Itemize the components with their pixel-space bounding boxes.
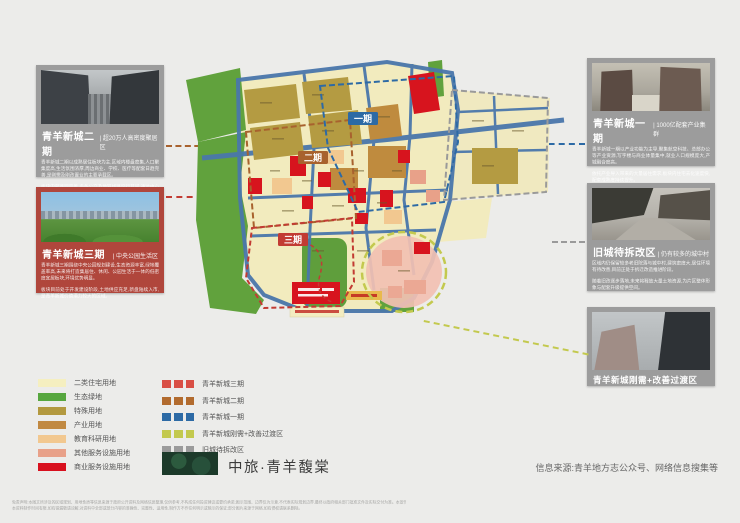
legend-label: 青羊新城三期 [202,379,244,389]
card-phase2: 青羊新城二期 | 超20万人高密度聚居区 青羊新城二期以成熟居住板块为主,区域内… [36,65,164,177]
phase3-paragraph: 板块目前处于开发建设阶段,土地供应充足,新盘陆续入市,是青羊新城价值潜力较大的区… [41,287,159,300]
card-oldtown: 旧城待拆改区 | 仍有较多的城中村 区域内仍保留较多老旧院落与城中村,建筑密度大… [587,183,715,291]
phase3-description: 青羊新城三期围绕中央公园规划建设,生态资源丰富,绿地覆盖率高,未来将打造集居住、… [41,263,159,300]
card-phase1: 青羊新城一期 | 1000亿配套产业集群 青羊新城一期以产业功能为主导,聚集航空… [587,58,715,166]
legend-dash-swatch [162,397,194,405]
legend-label: 特殊用地 [74,406,102,416]
legend-item: 特殊用地 [38,404,130,418]
legend-item: 生态绿地 [38,390,130,404]
oldtown-title: 旧城待拆改区 [593,244,656,259]
legend-item: 产业用地 [38,418,130,432]
legend-color-swatch [38,393,66,401]
disclaimer-line: 本资料制作时间有限,如有错漏敬请谅解;对资料中全部或部分内容的准确性、完整性、适… [12,506,406,512]
legend-label: 青羊新城一期 [202,412,244,422]
legend-label: 二类住宅用地 [74,378,116,388]
map-label-phase2: 二期 [304,152,322,163]
legend-dash-swatch [162,380,194,388]
legend-label: 青羊新城二期 [202,396,244,406]
legend-item: 青羊新城刚需+改善过渡区 [162,426,283,443]
legend-item: 青羊新城三期 [162,376,283,393]
phase3-title: 青羊新城三期 [42,246,105,261]
oldtown-subtitle: | 仍有较多的城中村 [658,249,709,258]
phase3-photo [41,192,159,242]
legend-label: 其他服务设施用地 [74,448,130,458]
brand-name: 中旅·青羊馥棠 [228,456,330,477]
legend-item: 教育科研用地 [38,432,130,446]
phase2-subtitle: | 超20万人高密度聚居区 [100,133,158,151]
legend-color-swatch [38,407,66,415]
phase1-description: 青羊新城一期以产业功能为主导,聚集航空科技、总部办公等产业资源,写字楼与商业体量… [592,147,710,184]
oldtown-description: 区域内仍保留较多老旧院落与城中村,建筑密度大,居住环境有待改善,目前正处于拆迁改… [592,261,710,292]
legend-label: 青羊新城刚需+改善过渡区 [202,429,283,439]
landuse-map: 一期 二期 三期 [152,50,567,328]
card-phase3: 青羊新城三期 | 中央公园生活区 青羊新城三期围绕中央公园规划建设,生态资源丰富… [36,187,164,293]
transition-photo [592,312,710,370]
phase1-photo [592,63,710,111]
landuse-map-svg: 一期 二期 三期 [152,50,567,328]
legend-dash-swatch [162,413,194,421]
legend-item: 商业服务设施用地 [38,460,130,474]
card-transition: 青羊新城刚需+改善过渡区 [587,307,715,386]
brand-logo [162,452,218,475]
legend-item: 青羊新城二期 [162,393,283,410]
legend-item: 其他服务设施用地 [38,446,130,460]
oldtown-photo [592,188,710,240]
phase2-paragraph: 青羊新城二期以成熟居住板块为主,区域内楼盘密集,人口聚集度高,生活氛围浓厚,周边… [41,160,159,179]
phase2-title: 青羊新城二期 [42,128,100,158]
legend-color-swatch [38,421,66,429]
legend-color-swatch [38,435,66,443]
legend-item: 青羊新城一期 [162,409,283,426]
legend-color-swatch [38,449,66,457]
legend-dash-swatch [162,430,194,438]
oldtown-paragraph: 区域内仍保留较多老旧院落与城中村,建筑密度大,居住环境有待改善,目前正处于拆迁改… [592,261,710,274]
disclaimer-line: 免责声明:本图文所涉及的区域规划、用地性质等信息来源于政府公开资料及网络信息整理… [12,500,406,506]
phase1-paragraph: 青羊新城一期以产业功能为主导,聚集航空科技、总部办公等产业资源,写字楼与商业体量… [592,147,710,166]
phase1-title: 青羊新城一期 [593,115,653,145]
legend-label: 商业服务设施用地 [74,462,130,472]
legend-boundaries: 青羊新城三期青羊新城二期青羊新城一期青羊新城刚需+改善过渡区旧城待拆改区 [162,376,283,459]
legend-color-swatch [38,463,66,471]
legend-label: 产业用地 [74,420,102,430]
oldtown-paragraph: 随着旧改逐步落地,未来将释放大量土地资源,为片区整体形象与配套升级提供空间。 [592,279,710,292]
source-note: 信息来源:青羊地方志公众号、网络信息搜集等 [535,461,718,474]
transition-title: 青羊新城刚需+改善过渡区 [593,374,697,386]
legend-landuse: 二类住宅用地生态绿地特殊用地产业用地教育科研用地其他服务设施用地商业服务设施用地 [38,376,130,474]
disclaimer: 免责声明:本图文所涉及的区域规划、用地性质等信息来源于政府公开资料及网络信息整理… [12,500,406,512]
phase2-photo [41,70,159,124]
qingyang-newtown-map-poster: 青羊新城二期 | 超20万人高密度聚居区 青羊新城二期以成熟居住板块为主,区域内… [0,0,740,523]
legend-color-swatch [38,379,66,387]
map-label-phase1: 一期 [354,113,372,124]
legend-label: 教育科研用地 [74,434,116,444]
legend-label: 生态绿地 [74,392,102,402]
legend-item: 二类住宅用地 [38,376,130,390]
phase1-subtitle: | 1000亿配套产业集群 [653,120,709,138]
phase3-paragraph: 青羊新城三期围绕中央公园规划建设,生态资源丰富,绿地覆盖率高,未来将打造集居住、… [41,263,159,282]
map-label-phase3: 三期 [284,234,302,245]
